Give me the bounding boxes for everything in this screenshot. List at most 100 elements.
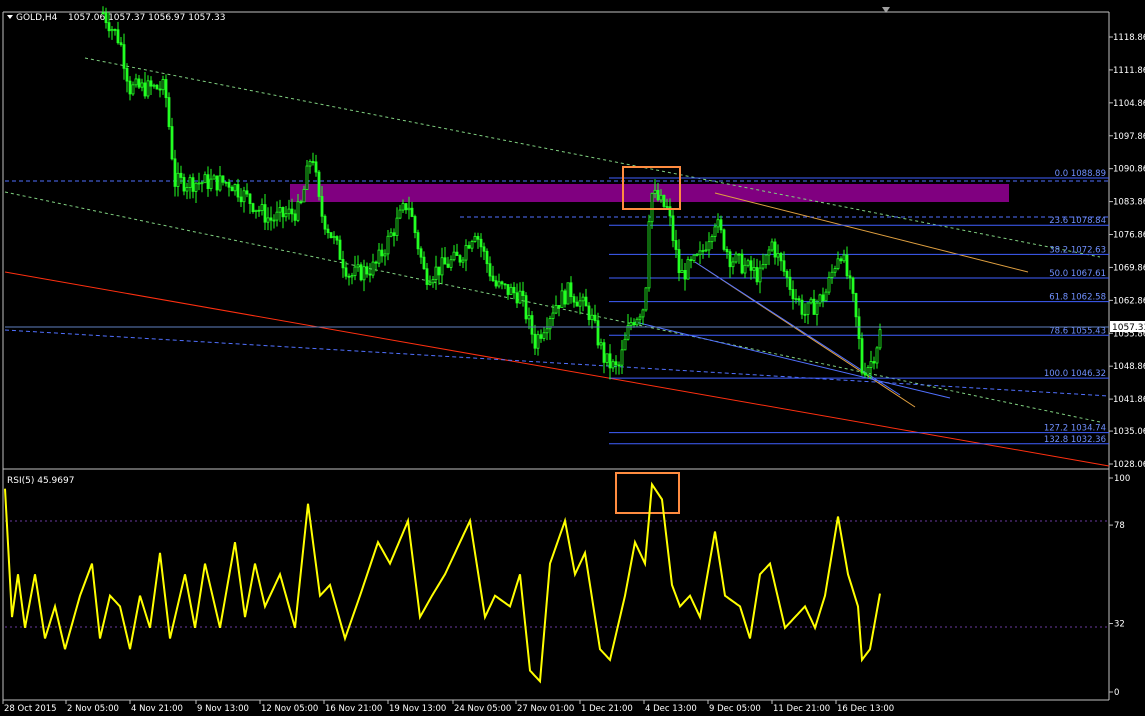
candle-body — [161, 79, 165, 91]
candle-body — [467, 245, 471, 249]
ohlc-values: 1057.06 1057.37 1056.97 1057.33 — [68, 13, 225, 23]
time-tick-label: 11 Dec 21:00 — [773, 704, 830, 712]
candle-body — [290, 208, 294, 215]
candle-body — [638, 316, 642, 320]
candle-body — [863, 372, 867, 376]
candle-body — [851, 277, 855, 294]
candle-body — [299, 201, 303, 204]
candle-body — [323, 215, 327, 230]
candle-body — [320, 196, 324, 217]
candle-body — [755, 267, 759, 283]
candle-body — [182, 177, 186, 192]
fib-level-label: 132.8 1032.36 — [1044, 435, 1106, 445]
candle-body — [386, 235, 390, 255]
candle-body — [251, 203, 255, 213]
candle-body — [647, 221, 651, 289]
candle-body — [716, 219, 720, 228]
candle-body — [302, 189, 306, 203]
candle-body — [488, 263, 492, 277]
candle-body — [515, 292, 519, 304]
candle-body — [332, 236, 336, 239]
fib-level-label: 100.0 1046.32 — [1044, 369, 1106, 379]
candle-body — [125, 67, 129, 82]
fib-level-label: 127.2 1034.74 — [1044, 424, 1106, 434]
price-tick-label: 1048.86 — [1113, 362, 1145, 372]
candle-body — [122, 44, 126, 69]
candle-body — [815, 302, 819, 315]
candle-body — [419, 248, 423, 258]
candle-body — [758, 267, 762, 283]
candle-body — [416, 232, 420, 250]
candle-body — [644, 287, 648, 311]
candle-body — [143, 82, 147, 97]
candle-body — [377, 249, 381, 264]
fib-level-label: 61.8 1062.58 — [1049, 293, 1106, 303]
candle-body — [389, 232, 393, 237]
current-price-label: 1057.33 — [1112, 323, 1145, 333]
candle-body — [608, 353, 612, 369]
rsi-tick-label: 0 — [1114, 688, 1119, 698]
chart-canvas[interactable]: GOLD,H4 1057.06 1057.37 1056.97 1057.33 … — [0, 0, 1145, 714]
candle-body — [257, 209, 261, 212]
candle-body — [761, 264, 765, 269]
candle-body — [278, 206, 282, 213]
candle-body — [443, 257, 447, 265]
candle-body — [689, 259, 693, 261]
candle-body — [587, 305, 591, 320]
candle-body — [356, 264, 360, 268]
candle-body — [344, 267, 348, 277]
time-tick-label: 2 Nov 05:00 — [67, 704, 119, 712]
time-tick-label: 28 Oct 2015 — [4, 704, 57, 712]
candle-body — [872, 361, 876, 364]
candle-body — [695, 254, 699, 256]
price-tick-label: 1104.86 — [1113, 99, 1145, 109]
candle-body — [791, 289, 795, 300]
candle-body — [482, 246, 486, 252]
candle-body — [617, 364, 621, 367]
candle-body — [572, 296, 576, 303]
candle-body — [866, 367, 870, 376]
fib-level-label: 50.0 1067.61 — [1049, 269, 1106, 279]
candle-body — [101, 12, 105, 15]
candle-body — [359, 264, 363, 281]
candle-body — [536, 334, 540, 349]
candle-body — [518, 290, 522, 304]
candle-body — [512, 286, 516, 294]
candle-body — [842, 254, 846, 262]
time-tick-label: 9 Dec 05:00 — [709, 704, 761, 712]
candle-body — [275, 211, 279, 221]
candle-body — [314, 161, 318, 173]
candle-body — [425, 268, 429, 285]
candle-body — [593, 314, 597, 322]
trading-chart-window[interactable]: GOLD,H4 1057.06 1057.37 1056.97 1057.33 … — [0, 0, 1145, 714]
candle-body — [254, 209, 258, 213]
candle-body — [521, 290, 525, 297]
candle-body — [230, 186, 234, 192]
candle-body — [833, 268, 837, 273]
candle-body — [446, 263, 450, 268]
candle-body — [551, 312, 555, 319]
candle-body — [704, 249, 708, 252]
resistance-zone[interactable] — [290, 184, 1009, 202]
candle-body — [782, 260, 786, 272]
candle-body — [227, 181, 231, 188]
candle-body — [545, 328, 549, 334]
candle-body — [713, 226, 717, 238]
candle-body — [173, 158, 177, 187]
candle-body — [392, 232, 396, 237]
candle-body — [326, 228, 330, 233]
price-tick-label: 1028.06 — [1113, 460, 1145, 470]
candle-body — [683, 270, 687, 280]
candle-body — [749, 260, 753, 271]
candle-body — [203, 174, 207, 184]
candle-body — [335, 236, 339, 241]
candle-body — [875, 347, 879, 364]
candle-body — [434, 266, 438, 281]
rsi-tick-label: 78 — [1114, 521, 1125, 531]
candle-body — [656, 189, 660, 201]
candle-body — [611, 361, 615, 369]
time-tick-label: 16 Nov 21:00 — [325, 704, 382, 712]
candle-body — [437, 266, 441, 276]
candle-body — [773, 241, 777, 258]
candle-body — [431, 279, 435, 284]
